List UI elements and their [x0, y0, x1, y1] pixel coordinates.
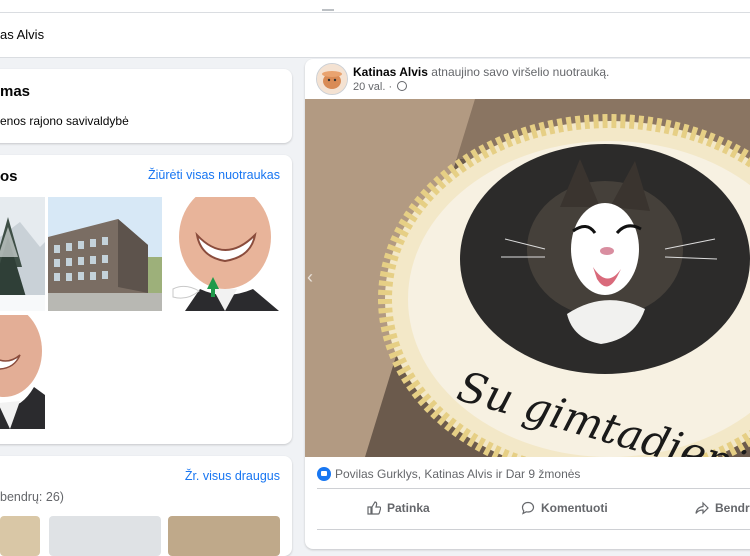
like-reaction-icon	[317, 467, 331, 481]
comment-icon	[521, 501, 535, 515]
post-actions: Patinka Komentuoti Bendri	[305, 495, 750, 525]
author-avatar[interactable]	[316, 63, 348, 95]
photo-thumbnail-portrait-2[interactable]	[0, 315, 45, 429]
globe-icon	[397, 81, 408, 91]
photos-title[interactable]: os	[0, 168, 18, 185]
post-card: Katinas Alvis atnaujino savo viršelio nu…	[305, 59, 750, 549]
reactions-text[interactable]: Povilas Gurklys, Katinas Alvis ir Dar 9 …	[335, 467, 580, 481]
thumbs-up-icon	[367, 501, 382, 515]
see-all-photos-link[interactable]: Žiūrėti visas nuotraukas	[148, 168, 280, 182]
post-time[interactable]: 20 val. ·	[353, 81, 408, 93]
top-strip	[0, 0, 750, 13]
profile-name-bar: as Alvis	[0, 13, 750, 58]
comment-label[interactable]: Komentuoti	[541, 501, 608, 515]
tab-indicator	[322, 9, 334, 11]
comment-button[interactable]: Komentuoti	[521, 501, 608, 515]
like-label[interactable]: Patinka	[387, 501, 430, 515]
photo-thumbnail-portrait[interactable]	[165, 197, 279, 311]
photos-card: os Žiūrėti visas nuotraukas	[0, 155, 292, 444]
cover-photo[interactable]: Su gimtadieniu, Me ‹	[305, 99, 750, 457]
share-arrow-icon	[695, 501, 709, 515]
post-action: atnaujino savo viršelio nuotrauką.	[431, 65, 610, 79]
profile-name[interactable]: as Alvis	[0, 27, 44, 42]
share-button[interactable]: Bendri	[695, 501, 750, 515]
previous-photo-arrow-icon[interactable]: ‹	[307, 267, 313, 288]
intro-card: mas enos rajono savivaldybė	[0, 69, 292, 143]
divider	[317, 529, 750, 530]
friend-avatar[interactable]	[168, 516, 280, 556]
divider	[317, 488, 750, 489]
share-label[interactable]: Bendri	[715, 501, 750, 515]
photo-thumbnail-building[interactable]	[48, 197, 162, 311]
photo-thumbnail-winter-tree[interactable]	[0, 197, 45, 311]
friend-avatar[interactable]	[0, 516, 40, 556]
reactions-summary[interactable]: Povilas Gurklys, Katinas Alvis ir Dar 9 …	[317, 467, 580, 481]
post-header: Katinas Alvis atnaujino savo viršelio nu…	[353, 65, 609, 79]
friends-card: Žr. visus draugus bendrų: 26)	[0, 456, 292, 556]
like-button[interactable]: Patinka	[367, 501, 430, 515]
see-all-friends-link[interactable]: Žr. visus draugus	[185, 469, 280, 483]
intro-workplace[interactable]: enos rajono savivaldybė	[0, 114, 129, 128]
post-author[interactable]: Katinas Alvis	[353, 65, 428, 79]
friend-avatar[interactable]	[49, 516, 161, 556]
post-time-text[interactable]: 20 val.	[353, 81, 385, 93]
intro-title: mas	[0, 83, 31, 100]
mutual-friends-count: bendrų: 26)	[0, 490, 64, 504]
